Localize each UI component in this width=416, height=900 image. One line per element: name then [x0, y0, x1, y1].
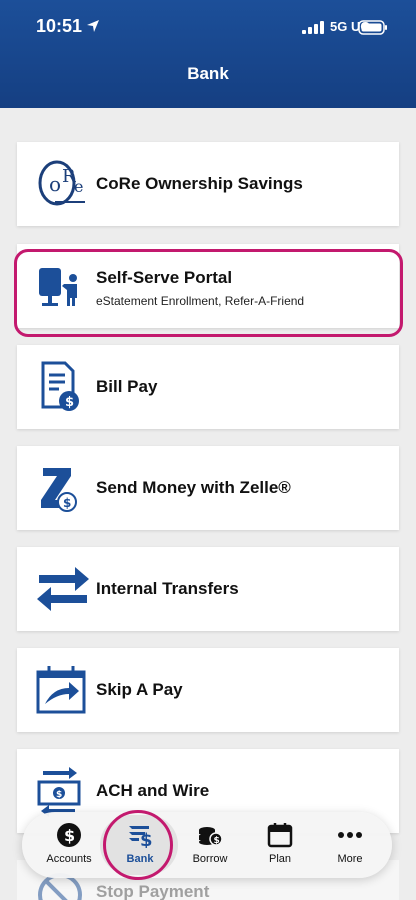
svg-text:$: $ [65, 395, 74, 410]
calendar-arrow-icon [36, 666, 86, 714]
menu-item-skip-a-pay[interactable]: Skip A Pay [17, 648, 399, 732]
tab-label: Borrow [192, 853, 228, 865]
menu-item-internal-transfers[interactable]: Internal Transfers [17, 547, 399, 631]
menu-item-core-savings[interactable]: o R e CoRe Ownership Savings [17, 142, 399, 226]
calendar-icon [267, 823, 293, 848]
ach-wire-icon: $ [37, 767, 81, 817]
location-arrow-icon [87, 20, 99, 32]
tab-label: Plan [268, 853, 292, 865]
transfer-arrows-icon [37, 567, 89, 611]
svg-text:$: $ [63, 496, 71, 510]
coins-icon: $ [199, 827, 223, 846]
active-tab-highlight-ring [103, 810, 173, 880]
more-dots-icon [338, 832, 362, 838]
tab-more[interactable]: More [315, 812, 385, 878]
core-logo-icon: o R e [38, 160, 85, 206]
tab-accounts[interactable]: $ Accounts [34, 812, 104, 878]
svg-text:e: e [74, 177, 83, 196]
battery-icon [358, 20, 387, 35]
menu-item-title: ACH and Wire [96, 781, 210, 800]
menu-item-title: Skip A Pay [96, 680, 183, 699]
tab-borrow[interactable]: $ Borrow [175, 812, 245, 878]
page-title: Bank [187, 64, 229, 83]
bottom-tab-bar: $ Accounts $ Bank $ Borrow Plan More [22, 812, 392, 878]
svg-text:$: $ [56, 790, 62, 800]
tab-label: Accounts [46, 853, 92, 865]
menu-item-title: Send Money with Zelle® [96, 478, 291, 497]
svg-text:$: $ [214, 836, 220, 846]
selection-highlight [14, 249, 403, 337]
menu-item-title: Internal Transfers [96, 579, 239, 598]
bill-icon: $ [41, 361, 79, 411]
dollar-circle-icon: $ [57, 823, 81, 847]
svg-text:o: o [49, 172, 61, 196]
menu-item-zelle[interactable]: $ Send Money with Zelle® [17, 446, 399, 530]
menu-item-title: Stop Payment [96, 882, 210, 900]
tab-plan[interactable]: Plan [245, 812, 315, 878]
zelle-icon: $ [41, 468, 77, 512]
tab-label: More [337, 853, 363, 865]
status-time: 10:51 [36, 16, 83, 36]
menu-item-bill-pay[interactable]: $ Bill Pay [17, 345, 399, 429]
svg-text:$: $ [64, 826, 75, 845]
signal-icon [302, 21, 324, 34]
menu-item-title: Bill Pay [96, 377, 158, 396]
app-header: 10:51 5G UC Bank [0, 0, 416, 108]
menu-item-title: CoRe Ownership Savings [96, 174, 303, 193]
